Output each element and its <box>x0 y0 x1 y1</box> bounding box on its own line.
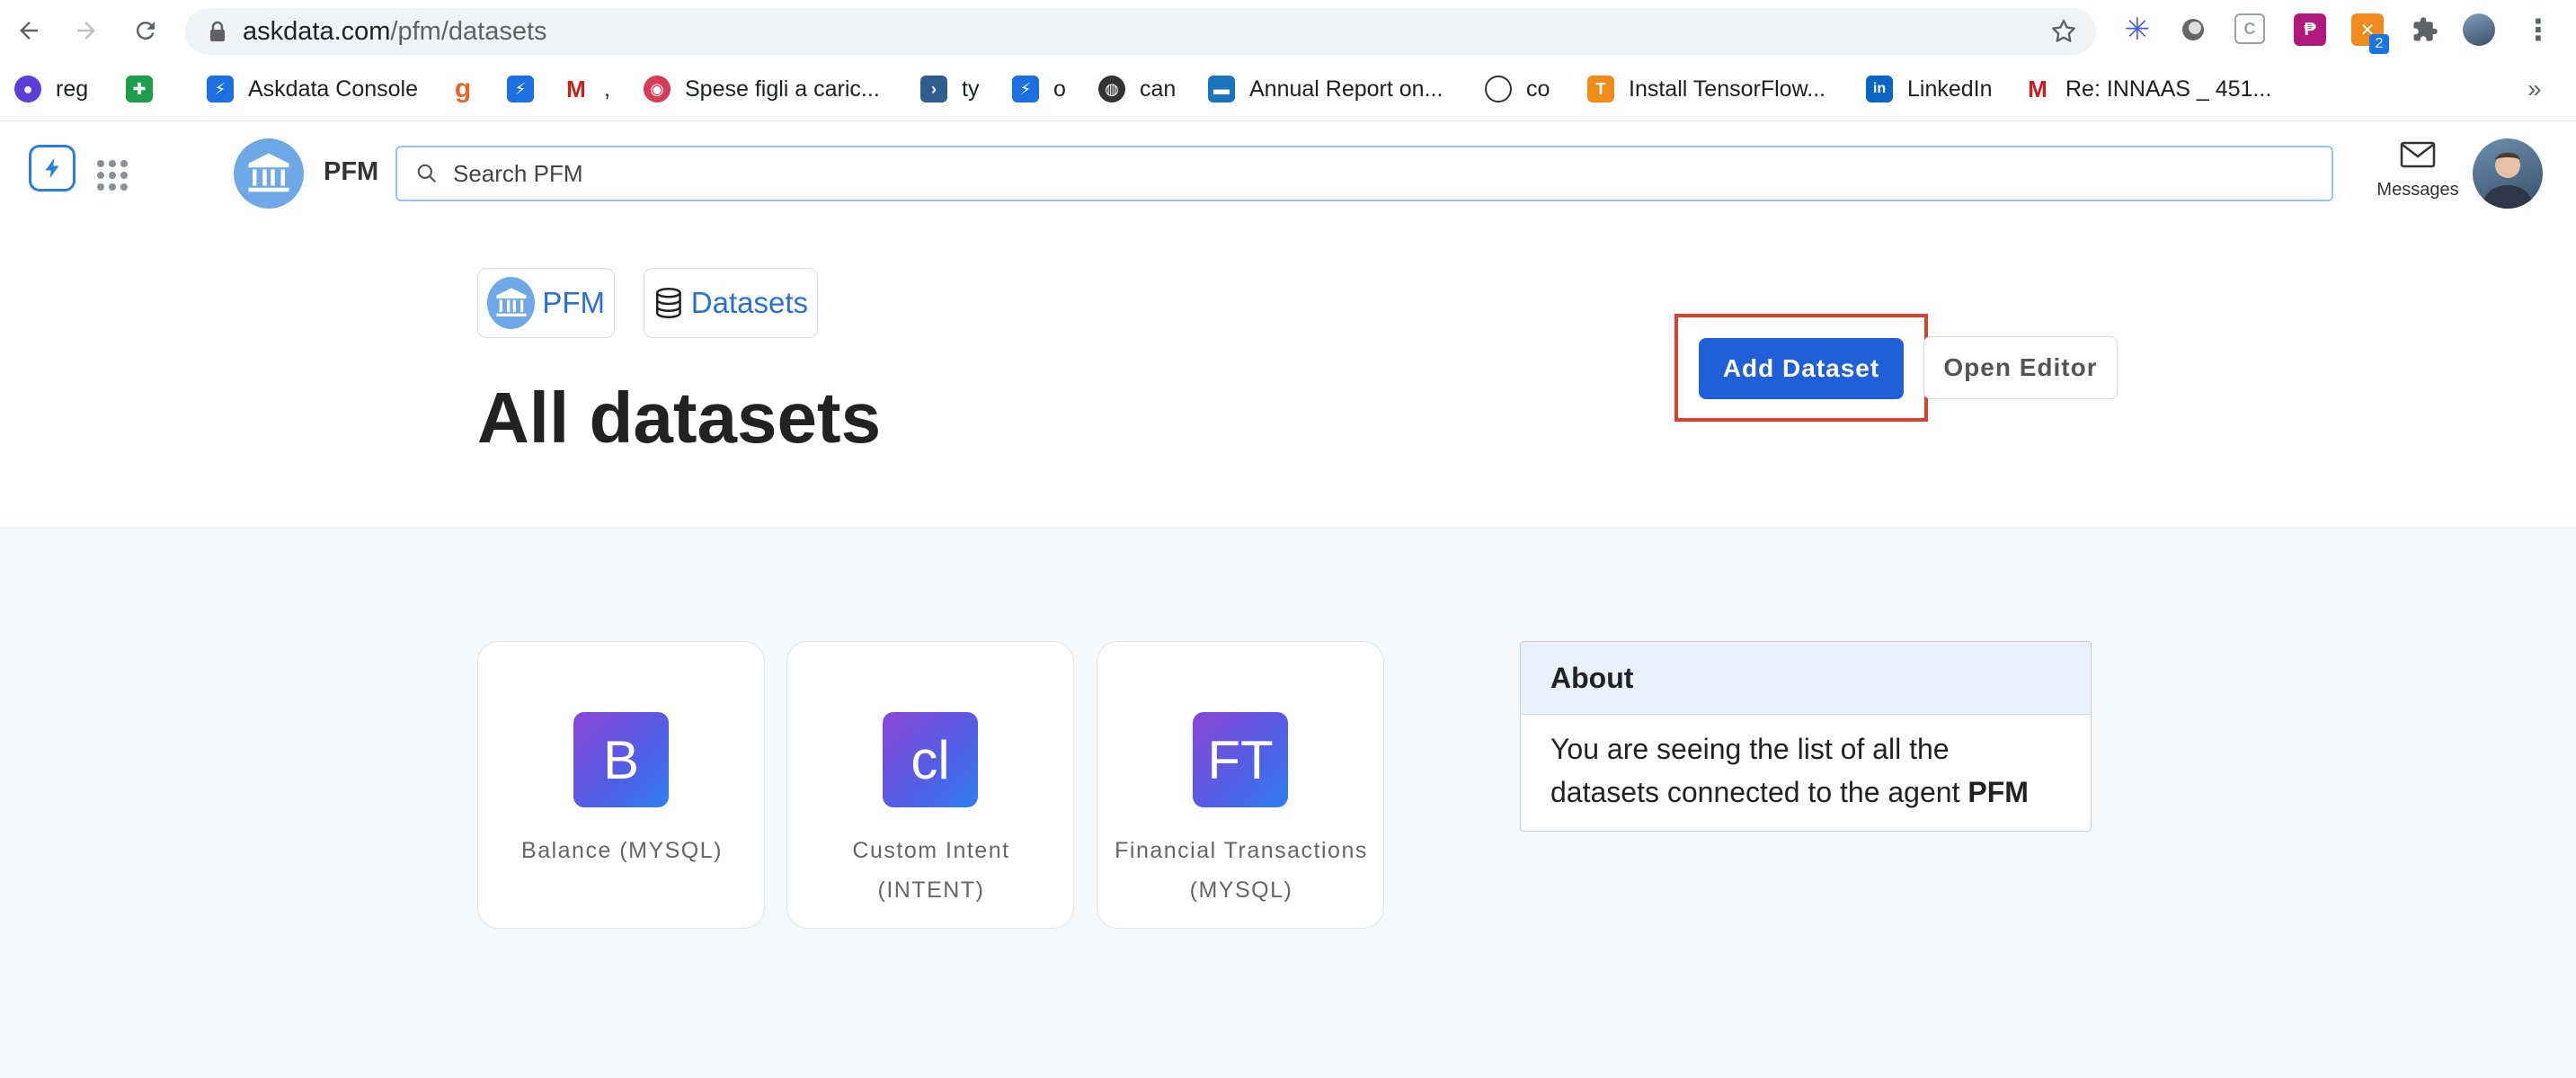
search-bar[interactable] <box>395 146 2333 201</box>
clipboard-extension-icon[interactable]: C <box>2234 13 2265 44</box>
breadcrumb-datasets[interactable]: Datasets <box>644 268 818 338</box>
browser-menu-icon[interactable]: ⋮ <box>2522 13 2554 46</box>
about-agent-name: PFM <box>1968 776 2029 808</box>
bookmark-item[interactable]: ⚡ o <box>1012 70 1066 108</box>
dataset-card[interactable]: FT Financial Transactions (MYSQL) <box>1097 641 1384 929</box>
messages-label: Messages <box>2376 180 2459 200</box>
circle-favicon-icon <box>1485 76 1512 102</box>
reload-icon[interactable] <box>128 13 164 49</box>
dataset-name: Financial Transactions (MYSQL) <box>1115 838 1368 903</box>
dataset-tile: FT <box>1193 712 1288 807</box>
bookmark-item[interactable]: in LinkedIn <box>1866 70 1993 108</box>
bank-icon <box>248 153 289 192</box>
app-header: PFM Messages PFM Datasets All datasets <box>0 121 2576 526</box>
arrow-favicon-icon: › <box>920 76 947 102</box>
dataset-card[interactable]: cl Custom Intent (INTENT) <box>786 641 1074 929</box>
gmail-icon: M <box>566 75 586 102</box>
lock-icon <box>205 19 230 44</box>
bookmark-item[interactable]: ⚡ Askdata Console <box>207 70 418 108</box>
address-bar[interactable]: askdata.com/pfm/datasets <box>185 8 2096 55</box>
breadcrumb-agent-label: PFM <box>542 286 605 319</box>
dataset-card[interactable]: B Balance (MYSQL) <box>477 641 765 929</box>
bookmarks-overflow[interactable]: » <box>2527 70 2542 108</box>
bookmark-item[interactable]: ● reg <box>14 70 88 108</box>
add-dataset-button[interactable]: Add Dataset <box>1699 338 1904 399</box>
user-avatar[interactable] <box>2473 138 2543 209</box>
bookmark-item[interactable]: › ty <box>920 70 979 108</box>
askdata-icon: ⚡ <box>1012 76 1039 102</box>
askdata-logo-icon[interactable] <box>29 145 76 192</box>
extension-badge: 2 <box>2369 34 2389 54</box>
askdata-icon: ⚡ <box>207 76 234 102</box>
bookmark-item[interactable]: ◍ can <box>1098 70 1176 108</box>
spese-favicon-icon: ◉ <box>644 76 671 102</box>
bookmark-item[interactable]: ✚ <box>126 70 167 108</box>
askdata-icon: ⚡ <box>507 76 534 102</box>
bookmark-item[interactable]: M, <box>563 70 610 108</box>
puzzle-extensions-icon[interactable] <box>2409 13 2441 46</box>
browser-chrome: askdata.com/pfm/datasets ✳ C ₱ ✕ 2 ⋮ ● re… <box>0 0 2576 121</box>
bookmark-item[interactable]: co <box>1485 70 1550 108</box>
gmail-icon: M <box>2028 75 2047 102</box>
profile-avatar[interactable] <box>2463 13 2495 46</box>
about-title: About <box>1521 642 2091 715</box>
page-title: All datasets <box>477 378 882 458</box>
globe-icon: ◍ <box>1098 76 1125 102</box>
payment-extension-icon[interactable]: ₱ <box>2294 13 2326 46</box>
bookmark-item[interactable]: M Re: INNAAS _ 451... <box>2024 70 2271 108</box>
bookmark-item[interactable]: ▬ Annual Report on... <box>1208 70 1443 108</box>
apps-grid-icon[interactable] <box>97 160 128 191</box>
sheets-plus-icon: ✚ <box>126 76 153 102</box>
bookmark-item[interactable]: ⚡ <box>507 70 548 108</box>
url-text: askdata.com/pfm/datasets <box>243 16 547 46</box>
bookmark-favicon-icon: ● <box>14 76 41 102</box>
dataset-name: Custom Intent (INTENT) <box>852 838 1010 903</box>
about-panel: About You are seeing the list of all the… <box>1520 641 2092 832</box>
about-text: You are seeing the list of all the datas… <box>1550 733 2029 808</box>
messages-button[interactable]: Messages <box>2373 139 2463 200</box>
bookmark-item[interactable]: g <box>449 70 491 108</box>
search-input[interactable] <box>451 158 2163 189</box>
circle-extension-icon[interactable] <box>2177 13 2209 46</box>
search-icon <box>417 164 436 183</box>
bookmark-star-icon[interactable] <box>2049 17 2078 46</box>
bank-icon <box>495 288 527 316</box>
sparkle-extension-icon[interactable]: ✳ <box>2121 13 2154 47</box>
browser-toolbar: askdata.com/pfm/datasets ✳ C ₱ ✕ 2 ⋮ <box>0 0 2576 63</box>
envelope-icon <box>2400 141 2436 168</box>
linkedin-icon: in <box>1866 76 1893 102</box>
g-favicon-icon: g <box>454 74 472 103</box>
back-icon[interactable] <box>11 13 47 49</box>
dataset-tile: B <box>573 712 669 807</box>
breadcrumb-datasets-label: Datasets <box>690 286 808 319</box>
agent-avatar <box>487 277 536 329</box>
report-favicon-icon: ▬ <box>1208 76 1235 102</box>
agent-avatar[interactable] <box>234 138 304 209</box>
dataset-tile: cl <box>883 712 978 807</box>
forward-icon[interactable] <box>68 13 104 49</box>
agent-name[interactable]: PFM <box>324 157 378 187</box>
database-icon <box>655 287 681 319</box>
bookmark-item[interactable]: T Install TensorFlow... <box>1587 70 1825 108</box>
breadcrumb-agent[interactable]: PFM <box>477 268 615 338</box>
dataset-name: Balance (MYSQL) <box>521 838 723 863</box>
tensorflow-icon: T <box>1587 76 1614 102</box>
open-editor-button[interactable]: Open Editor <box>1923 336 2118 399</box>
bookmark-item[interactable]: ◉ Spese figli a caric... <box>644 70 880 108</box>
